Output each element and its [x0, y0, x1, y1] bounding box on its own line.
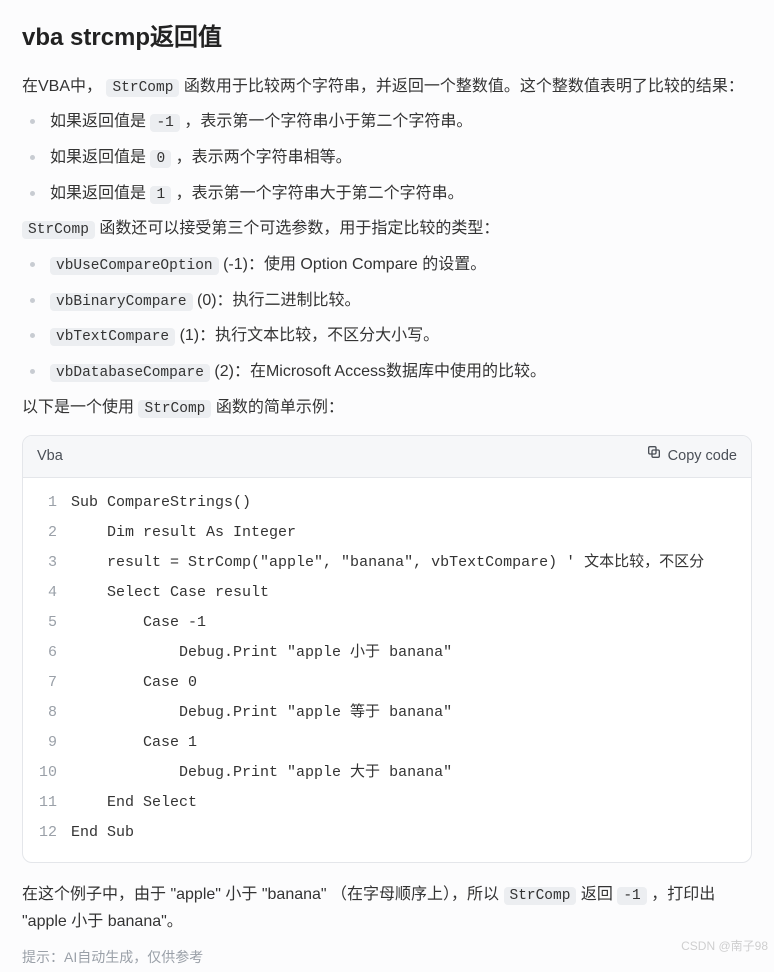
code-block: Vba Copy code 1 2 3 4 5 6 7 8 9 10 11 12…: [22, 435, 752, 863]
code-lines: Sub CompareStrings() Dim result As Integ…: [71, 488, 751, 848]
list-item: vbDatabaseCompare (2)：在Microsoft Access数…: [22, 358, 752, 386]
text: 如果返回值是: [50, 113, 150, 130]
code-language-label: Vba: [37, 444, 63, 469]
inline-code: -1: [617, 887, 646, 905]
param-intro: StrComp 函数还可以接受第三个可选参数，用于指定比较的类型：: [22, 215, 752, 243]
param-list: vbUseCompareOption (-1)：使用 Option Compar…: [22, 251, 752, 386]
inline-code: vbUseCompareOption: [50, 257, 219, 275]
text: 以下是一个使用: [22, 399, 138, 416]
list-item: vbUseCompareOption (-1)：使用 Option Compar…: [22, 251, 752, 279]
text: 在这个例子中，由于 "apple" 小于 "banana" （在字母顺序上），所…: [22, 886, 504, 903]
example-intro: 以下是一个使用 StrComp 函数的简单示例：: [22, 394, 752, 422]
copy-code-button[interactable]: Copy code: [646, 444, 737, 469]
text: (0)：执行二进制比较。: [197, 292, 361, 309]
inline-code: vbBinaryCompare: [50, 293, 193, 311]
list-item: vbBinaryCompare (0)：执行二进制比较。: [22, 287, 752, 315]
intro-paragraph: 在VBA中， StrComp 函数用于比较两个字符串，并返回一个整数值。这个整数…: [22, 73, 752, 101]
inline-code: 0: [150, 150, 171, 168]
inline-code-strcomp: StrComp: [138, 400, 211, 418]
copy-code-label: Copy code: [668, 444, 737, 469]
line-number-gutter: 1 2 3 4 5 6 7 8 9 10 11 12: [23, 488, 71, 848]
list-item: 如果返回值是 1 ，表示第一个字符串大于第二个字符串。: [22, 180, 752, 208]
text: 函数用于比较两个字符串，并返回一个整数值。这个整数值表明了比较的结果：: [184, 78, 744, 95]
return-value-list: 如果返回值是 -1 ，表示第一个字符串小于第二个字符串。 如果返回值是 0 ，表…: [22, 108, 752, 207]
inline-code: -1: [150, 114, 179, 132]
inline-code-strcomp: StrComp: [504, 887, 577, 905]
inline-code: 1: [150, 186, 171, 204]
list-item: vbTextCompare (1)：执行文本比较，不区分大小写。: [22, 322, 752, 350]
text: (2)：在Microsoft Access数据库中使用的比较。: [214, 363, 546, 380]
code-body: 1 2 3 4 5 6 7 8 9 10 11 12 Sub CompareSt…: [23, 478, 751, 862]
list-item: 如果返回值是 0 ，表示两个字符串相等。: [22, 144, 752, 172]
inline-code: vbDatabaseCompare: [50, 364, 210, 382]
page-title: vba strcmp返回值: [22, 18, 752, 59]
code-header: Vba Copy code: [23, 436, 751, 478]
outro-paragraph: 在这个例子中，由于 "apple" 小于 "banana" （在字母顺序上），所…: [22, 881, 752, 936]
text: 如果返回值是: [50, 185, 150, 202]
text: (1)：执行文本比较，不区分大小写。: [180, 327, 440, 344]
text: 函数的简单示例：: [216, 399, 344, 416]
text: 如果返回值是: [50, 149, 150, 166]
inline-code-strcomp: StrComp: [106, 79, 179, 97]
text: ，表示第一个字符串小于第二个字符串。: [184, 113, 472, 130]
copy-icon: [646, 444, 662, 469]
text: (-1)：使用 Option Compare 的设置。: [223, 256, 486, 273]
text: ，表示第一个字符串大于第二个字符串。: [176, 185, 464, 202]
text: 返回: [581, 886, 617, 903]
text: ，表示两个字符串相等。: [176, 149, 352, 166]
inline-code: vbTextCompare: [50, 328, 175, 346]
inline-code-strcomp: StrComp: [22, 221, 95, 239]
text: 在VBA中，: [22, 78, 102, 95]
list-item: 如果返回值是 -1 ，表示第一个字符串小于第二个字符串。: [22, 108, 752, 136]
footer-hint: 提示：AI自动生成，仅供参考: [22, 946, 752, 970]
text: 函数还可以接受第三个可选参数，用于指定比较的类型：: [99, 220, 499, 237]
